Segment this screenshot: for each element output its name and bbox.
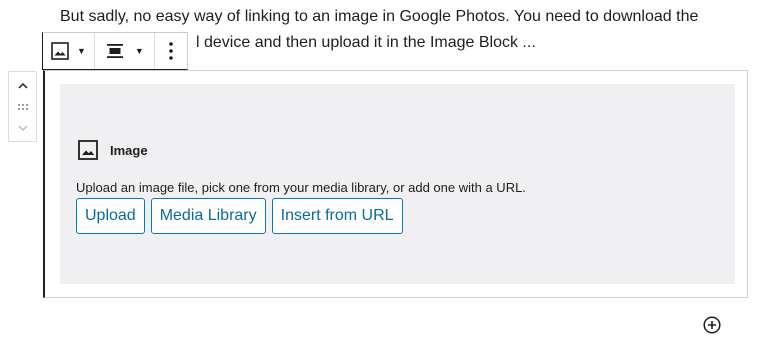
placeholder-buttons: Upload Media Library Insert from URL [76,198,403,234]
more-vertical-icon [169,42,173,60]
block-mover [8,71,37,142]
paragraph-line-2-text: l device and then upload it in the Image… [196,34,536,51]
more-options-group [155,33,187,69]
drag-handle[interactable] [13,98,33,116]
block-inserter-button[interactable] [703,316,721,334]
chevron-down-icon [17,124,28,131]
image-placeholder: Image Upload an image file, pick one fro… [60,84,735,284]
move-up-button[interactable] [13,76,33,94]
editor-canvas: But sadly, no easy way of linking to an … [0,0,774,338]
paragraph-line-1: But sadly, no easy way of linking to an … [60,8,699,25]
chevron-up-icon [17,82,28,89]
media-library-button[interactable]: Media Library [150,198,266,234]
image-icon [78,140,98,160]
placeholder-instructions: Upload an image file, pick one from your… [76,180,526,195]
upload-button[interactable]: Upload [76,198,145,234]
image-icon [51,42,69,60]
alignment-group: ▼ [95,33,155,69]
block-switcher-group: ▼ [43,33,95,69]
block-toolbar: ▼ ▼ [42,32,188,70]
insert-from-url-button[interactable]: Insert from URL [271,198,403,234]
align-center-icon [106,44,123,58]
placeholder-label-text: Image [110,142,148,158]
move-down-button[interactable] [13,119,33,137]
drag-handle-icon [17,103,28,110]
placeholder-label: Image [78,140,148,160]
plus-circle-icon [703,316,721,334]
image-block[interactable]: Image Upload an image file, pick one fro… [43,70,748,298]
caret-down-icon: ▼ [134,46,144,56]
caret-down-icon: ▼ [77,46,86,56]
more-options-button[interactable] [169,38,173,64]
block-switcher-button[interactable]: ▼ [51,38,86,64]
alignment-button[interactable]: ▼ [106,38,144,64]
